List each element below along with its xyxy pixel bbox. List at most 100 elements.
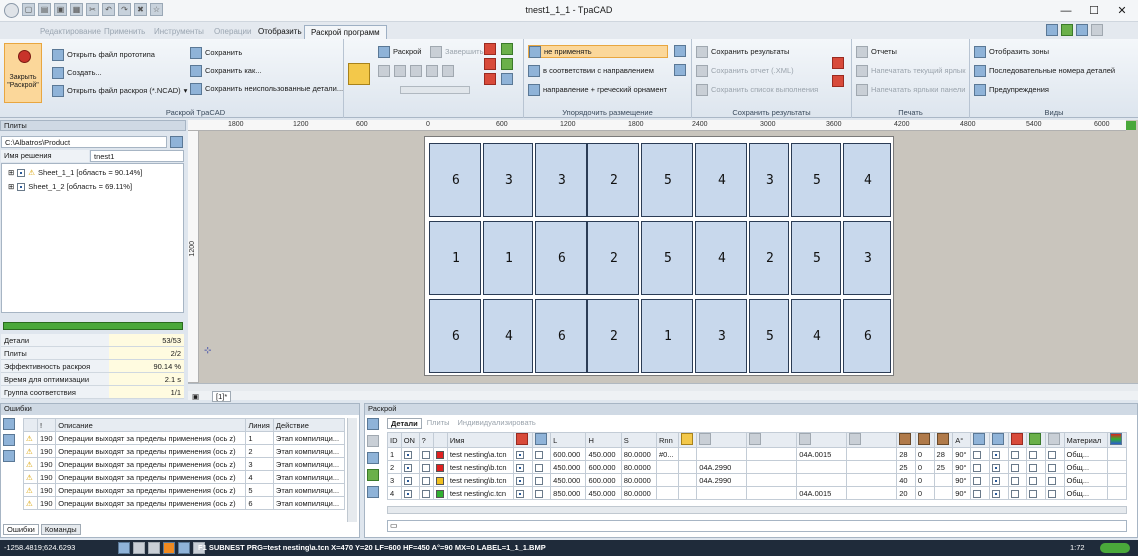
checkbox[interactable] bbox=[991, 476, 1000, 485]
table-row[interactable]: ⚠ 190 Операции выходят за пределы применен… bbox=[23, 431, 346, 445]
checkbox[interactable] bbox=[403, 476, 412, 485]
checkbox[interactable] bbox=[991, 489, 1000, 498]
table-row[interactable]: ⚠ 190 Операции выходят за пределы применен… bbox=[23, 444, 346, 458]
cell-e1[interactable] bbox=[696, 486, 748, 500]
nested-part[interactable]: 4 bbox=[843, 143, 891, 217]
path-field[interactable]: C:\Albatros\Product bbox=[1, 136, 167, 148]
checkbox[interactable] bbox=[421, 463, 430, 472]
cell-e1[interactable]: 04A.2990 bbox=[696, 460, 748, 474]
cell-q[interactable] bbox=[418, 473, 434, 487]
checkbox[interactable] bbox=[534, 450, 543, 459]
cell-rot[interactable] bbox=[512, 447, 533, 461]
checkbox[interactable] bbox=[403, 489, 412, 498]
order-extra-b-icon[interactable] bbox=[674, 64, 686, 76]
cell-rnn[interactable] bbox=[656, 486, 679, 500]
solution-field[interactable]: tnest1 bbox=[90, 150, 184, 162]
create-button[interactable]: Создать... bbox=[52, 66, 102, 79]
table-row[interactable]: 2 test nesting\b.tcn 450.000 600.000 80.0000… bbox=[387, 460, 1127, 474]
nested-part[interactable]: 1 bbox=[483, 221, 533, 295]
save-results-button[interactable]: Сохранить результаты bbox=[696, 45, 789, 58]
save-button[interactable]: Сохранить bbox=[190, 46, 242, 59]
nested-part[interactable]: 3 bbox=[843, 221, 891, 295]
nested-part[interactable]: 3 bbox=[535, 143, 587, 217]
nested-part[interactable]: 6 bbox=[429, 143, 481, 217]
nested-part[interactable]: 4 bbox=[695, 221, 747, 295]
table-row[interactable]: ⚠ 190 Операции выходят за пределы применен… bbox=[23, 457, 346, 471]
cell-on[interactable] bbox=[400, 447, 420, 461]
grid-icon[interactable] bbox=[501, 43, 513, 55]
cell-n3[interactable] bbox=[933, 486, 954, 500]
checkbox[interactable] bbox=[991, 463, 1000, 472]
cell-id[interactable]: 1 bbox=[387, 447, 402, 461]
cell-ang[interactable]: 90° bbox=[952, 460, 972, 474]
cell-f2[interactable] bbox=[988, 473, 1009, 487]
tab-customize[interactable]: Индивидуализировать bbox=[455, 418, 539, 429]
horizontal-scrollbar[interactable] bbox=[188, 383, 1138, 391]
cell-color[interactable] bbox=[432, 460, 448, 474]
cell-name[interactable]: test nesting\b.tcn bbox=[446, 473, 514, 487]
cell-f2[interactable] bbox=[988, 447, 1009, 461]
checkbox[interactable] bbox=[991, 450, 1000, 459]
cell-f2[interactable] bbox=[988, 486, 1009, 500]
cell-id[interactable]: 2 bbox=[387, 460, 402, 474]
save-as-button[interactable]: Сохранить как... bbox=[190, 64, 262, 77]
cell-f3[interactable] bbox=[1007, 486, 1028, 500]
cell-mat[interactable]: Общ... bbox=[1063, 460, 1109, 474]
cell-f5[interactable] bbox=[1044, 486, 1065, 500]
nested-part[interactable]: 1 bbox=[429, 221, 481, 295]
cell-f4[interactable] bbox=[1026, 473, 1046, 487]
cell-clr[interactable] bbox=[1107, 473, 1127, 487]
checkbox[interactable] bbox=[973, 476, 982, 485]
cell-mir[interactable] bbox=[531, 473, 552, 487]
checkbox[interactable] bbox=[1047, 489, 1056, 498]
nested-part[interactable]: 6 bbox=[535, 221, 587, 295]
cell-n2[interactable]: 0 bbox=[914, 447, 935, 461]
nested-part[interactable]: 3 bbox=[749, 143, 789, 217]
checkbox[interactable] bbox=[534, 476, 543, 485]
cell-mir[interactable] bbox=[531, 460, 552, 474]
grid-c-icon[interactable] bbox=[501, 73, 513, 85]
nested-part[interactable]: 4 bbox=[695, 143, 747, 217]
cell-f5[interactable] bbox=[1044, 473, 1065, 487]
cell-name[interactable]: test nesting\a.tcn bbox=[446, 447, 514, 461]
cell-q[interactable] bbox=[418, 447, 434, 461]
reports-button[interactable]: Отчеты bbox=[856, 45, 897, 58]
tab-nesting[interactable]: Раскрой программ bbox=[304, 25, 387, 39]
checkbox[interactable] bbox=[403, 463, 412, 472]
cell-mir[interactable] bbox=[531, 486, 552, 500]
cell-rnn[interactable] bbox=[656, 473, 679, 487]
cell-s[interactable]: 80.0000 bbox=[620, 473, 658, 487]
cell-n1[interactable]: 40 bbox=[896, 473, 916, 487]
cell-h[interactable]: 450.000 bbox=[585, 447, 622, 461]
cell-mir[interactable] bbox=[531, 447, 552, 461]
cell-s[interactable]: 80.0000 bbox=[620, 447, 658, 461]
minimize-button[interactable]: — bbox=[1052, 2, 1080, 20]
cell-h[interactable]: 600.000 bbox=[585, 460, 622, 474]
drawing-area[interactable]: 1800 1200 600 0 600 1200 1800 2400 3000 … bbox=[188, 120, 1138, 402]
show-zones-button[interactable]: Отобразить зоны bbox=[974, 45, 1049, 58]
cell-on[interactable] bbox=[400, 473, 420, 487]
grid-b-icon[interactable] bbox=[501, 58, 513, 70]
errors-scrollbar[interactable] bbox=[347, 418, 357, 522]
cell-n3[interactable]: 25 bbox=[933, 460, 954, 474]
cell-on[interactable] bbox=[400, 486, 420, 500]
table-row[interactable]: ⚠ 190 Операции выходят за пределы применен… bbox=[23, 496, 346, 510]
export-icon[interactable] bbox=[367, 486, 379, 498]
cell-ang[interactable]: 90° bbox=[952, 473, 972, 487]
nested-part[interactable]: 6 bbox=[843, 299, 891, 373]
cell-e3[interactable]: 04A.0015 bbox=[796, 447, 848, 461]
checkbox[interactable] bbox=[1010, 463, 1019, 472]
info-icon[interactable] bbox=[3, 418, 15, 430]
tab-plates[interactable]: Плиты bbox=[424, 418, 453, 429]
cell-n3[interactable] bbox=[933, 473, 954, 487]
nested-part[interactable]: 2 bbox=[749, 221, 789, 295]
cell-n3[interactable]: 28 bbox=[933, 447, 954, 461]
checkbox[interactable] bbox=[1029, 463, 1038, 472]
nested-part[interactable]: 5 bbox=[641, 221, 693, 295]
nested-part[interactable]: 4 bbox=[483, 299, 533, 373]
checkbox[interactable] bbox=[1029, 489, 1038, 498]
comment-input[interactable] bbox=[387, 520, 1127, 532]
cell-f3[interactable] bbox=[1007, 473, 1028, 487]
cell-f4[interactable] bbox=[1026, 447, 1046, 461]
nested-part[interactable]: 4 bbox=[791, 299, 841, 373]
